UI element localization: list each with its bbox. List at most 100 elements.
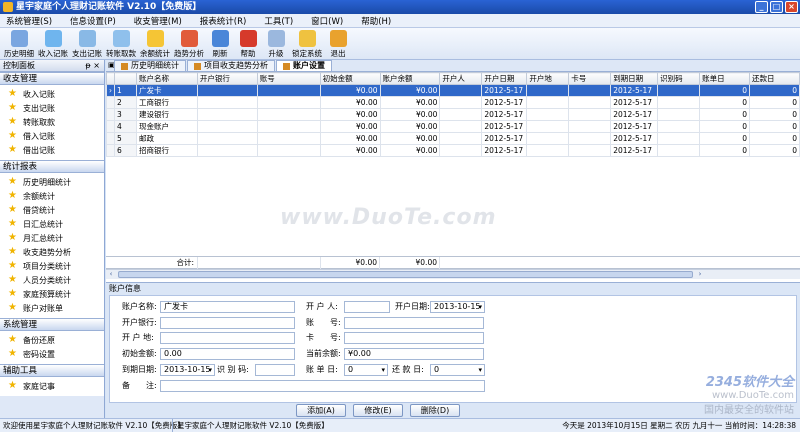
add-button[interactable]: 添加(A) [296,404,346,417]
column-header[interactable]: 开户银行 [196,72,258,85]
column-header[interactable]: 识别码 [657,72,701,85]
empty-cell [440,191,482,203]
edit-button[interactable]: 修改(E) [353,404,403,417]
sidebar-item[interactable]: ★ 历史明细统计 [0,175,104,189]
scroll-left-icon[interactable]: ‹ [106,270,116,279]
sidebar-item[interactable]: ★ 收支趋势分析 [0,245,104,259]
bill-day-select[interactable]: 0 ▾ [344,364,388,376]
sidebar-item[interactable]: ★ 账户对账单 [0,301,104,315]
card-number-field[interactable] [344,332,484,344]
dropdown-arrow-icon[interactable]: ▾ [478,302,482,312]
column-header[interactable]: 到期日期 [610,72,659,85]
table-row[interactable]: › 1 广发卡 ¥0.00 ¥0.00 2012-5-17 2012-5-17 0 0 [106,84,800,97]
maximize-button[interactable]: □ [770,1,783,13]
menu-system[interactable]: 系统管理(S) [6,15,52,27]
sidebar-group-title[interactable]: 统计报表 [0,160,104,173]
column-header[interactable]: 卡号 [568,72,612,85]
toolbar-button-income[interactable]: 收入记账 [36,28,70,59]
account-name-field[interactable]: 广发卡 [160,301,295,313]
owner-field[interactable] [344,301,390,313]
column-header[interactable]: 账户余额 [379,72,441,85]
toolbar-button-star[interactable]: 余额统计 [138,28,172,59]
dropdown-arrow-icon[interactable]: ▾ [381,365,385,375]
sidebar-item[interactable]: ★ 项目分类统计 [0,259,104,273]
sidebar-item[interactable]: ★ 日汇总统计 [0,217,104,231]
column-header[interactable] [106,72,115,85]
toolbar-button-transfer[interactable]: 转账取款 [104,28,138,59]
sidebar-item[interactable]: ★ 转账取款 [0,115,104,129]
note-field[interactable] [160,380,485,392]
minimize-button[interactable]: _ [755,1,768,13]
scroll-thumb[interactable] [118,271,693,278]
column-header[interactable]: 开户人 [439,72,483,85]
initial-amount-field[interactable]: 0.00 [160,348,295,360]
dropdown-arrow-icon[interactable]: ▾ [208,365,212,375]
sidebar-item[interactable]: ★ 家庭记事 [0,379,104,393]
cell-card [568,120,612,133]
open-date-picker[interactable]: 2013-10-15 ▾ [430,301,485,313]
bank-field[interactable] [160,317,295,329]
close-button[interactable]: × [785,1,798,13]
toolbar-button-help[interactable]: 帮助 [234,28,262,59]
due-date-picker[interactable]: 2013-10-15 ▾ [160,364,215,376]
column-header[interactable]: 开户日期 [481,72,528,85]
menu-info-settings[interactable]: 信息设置(P) [70,15,116,27]
sidebar-group-title[interactable]: 收支管理 [0,72,104,85]
delete-button[interactable]: 删除(D) [410,404,460,417]
sidebar-item[interactable]: ★ 借贷统计 [0,203,104,217]
table-row[interactable]: 3 建设银行 ¥0.00 ¥0.00 2012-5-17 2012-5-17 0 0 [106,108,800,121]
toolbar-button-lock[interactable]: 锁定系统 [290,28,324,59]
dropdown-arrow-icon[interactable]: ▾ [478,365,482,375]
cell-place [526,108,570,121]
toolbar-button-expense[interactable]: 支出记账 [70,28,104,59]
tab-pin-icon[interactable]: ▣ [108,61,115,69]
open-place-field[interactable] [160,332,295,344]
column-header[interactable]: 账号 [256,72,321,85]
pin-close-icon[interactable]: ᵽ × [85,60,100,72]
tab[interactable]: 历史明细统计 [114,60,186,71]
menu-help[interactable]: 帮助(H) [361,15,391,27]
empty-cell [136,157,197,169]
table-row[interactable]: 2 工商银行 ¥0.00 ¥0.00 2012-5-17 2012-5-17 0 0 [106,96,800,109]
menu-reports[interactable]: 报表统计(R) [200,15,247,27]
menu-tools[interactable]: 工具(T) [264,15,293,27]
sidebar-item[interactable]: ★ 借出记账 [0,143,104,157]
column-header[interactable]: 账户名称 [135,72,198,85]
sidebar-group-title[interactable]: 辅助工具 [0,364,104,377]
sidebar-item[interactable]: ★ 家庭预算统计 [0,287,104,301]
sidebar-item[interactable]: ★ 余额统计 [0,189,104,203]
column-header[interactable]: 还款日 [749,72,800,85]
table-row[interactable]: 5 邮政 ¥0.00 ¥0.00 2012-5-17 2012-5-17 0 0 [106,132,800,145]
column-header[interactable]: 开户地 [526,72,570,85]
account-number-field[interactable] [344,317,484,329]
sidebar-item[interactable]: ★ 密码设置 [0,347,104,361]
toolbar-button-trend[interactable]: 趋势分析 [172,28,206,59]
column-header[interactable]: 初始金额 [319,72,381,85]
toolbar-button-refresh[interactable]: 刷新 [206,28,234,59]
toolbar-button-history[interactable]: 历史明细 [2,28,36,59]
toolbar-button-exit[interactable]: 退出 [324,28,352,59]
table-row[interactable]: 4 现金账户 ¥0.00 ¥0.00 2012-5-17 2012-5-17 0 0 [106,120,800,133]
sidebar-item[interactable]: ★ 收入记账 [0,87,104,101]
sidebar-group-title[interactable]: 系统管理 [0,318,104,331]
tab[interactable]: 账户设置 [276,60,332,71]
sidebar-item[interactable]: ★ 借入记账 [0,129,104,143]
sidebar-item[interactable]: ★ 月汇总统计 [0,231,104,245]
column-header[interactable]: 账单日 [699,72,751,85]
menu-income-expense[interactable]: 收支管理(M) [134,15,182,27]
cell-pay-day: 0 [749,96,800,109]
sidebar-item[interactable]: ★ 人员分类统计 [0,273,104,287]
menu-window[interactable]: 窗口(W) [311,15,343,27]
sidebar-item-label: 收支趋势分析 [22,247,71,257]
pay-day-select[interactable]: 0 ▾ [430,364,485,376]
code-field[interactable] [255,364,295,376]
sidebar-item[interactable]: ★ 备份还原 [0,333,104,347]
column-header[interactable] [114,72,137,85]
scroll-right-icon[interactable]: › [695,270,705,279]
horizontal-scrollbar[interactable]: ‹ › [106,269,800,279]
sidebar-item[interactable]: ★ 支出记账 [0,101,104,115]
table-row[interactable]: 6 招商银行 ¥0.00 ¥0.00 2012-5-17 2012-5-17 0 0 [106,144,800,157]
empty-cell [482,157,527,169]
toolbar-button-upgrade[interactable]: 升级 [262,28,290,59]
tab[interactable]: 项目收支趋势分析 [187,60,275,71]
